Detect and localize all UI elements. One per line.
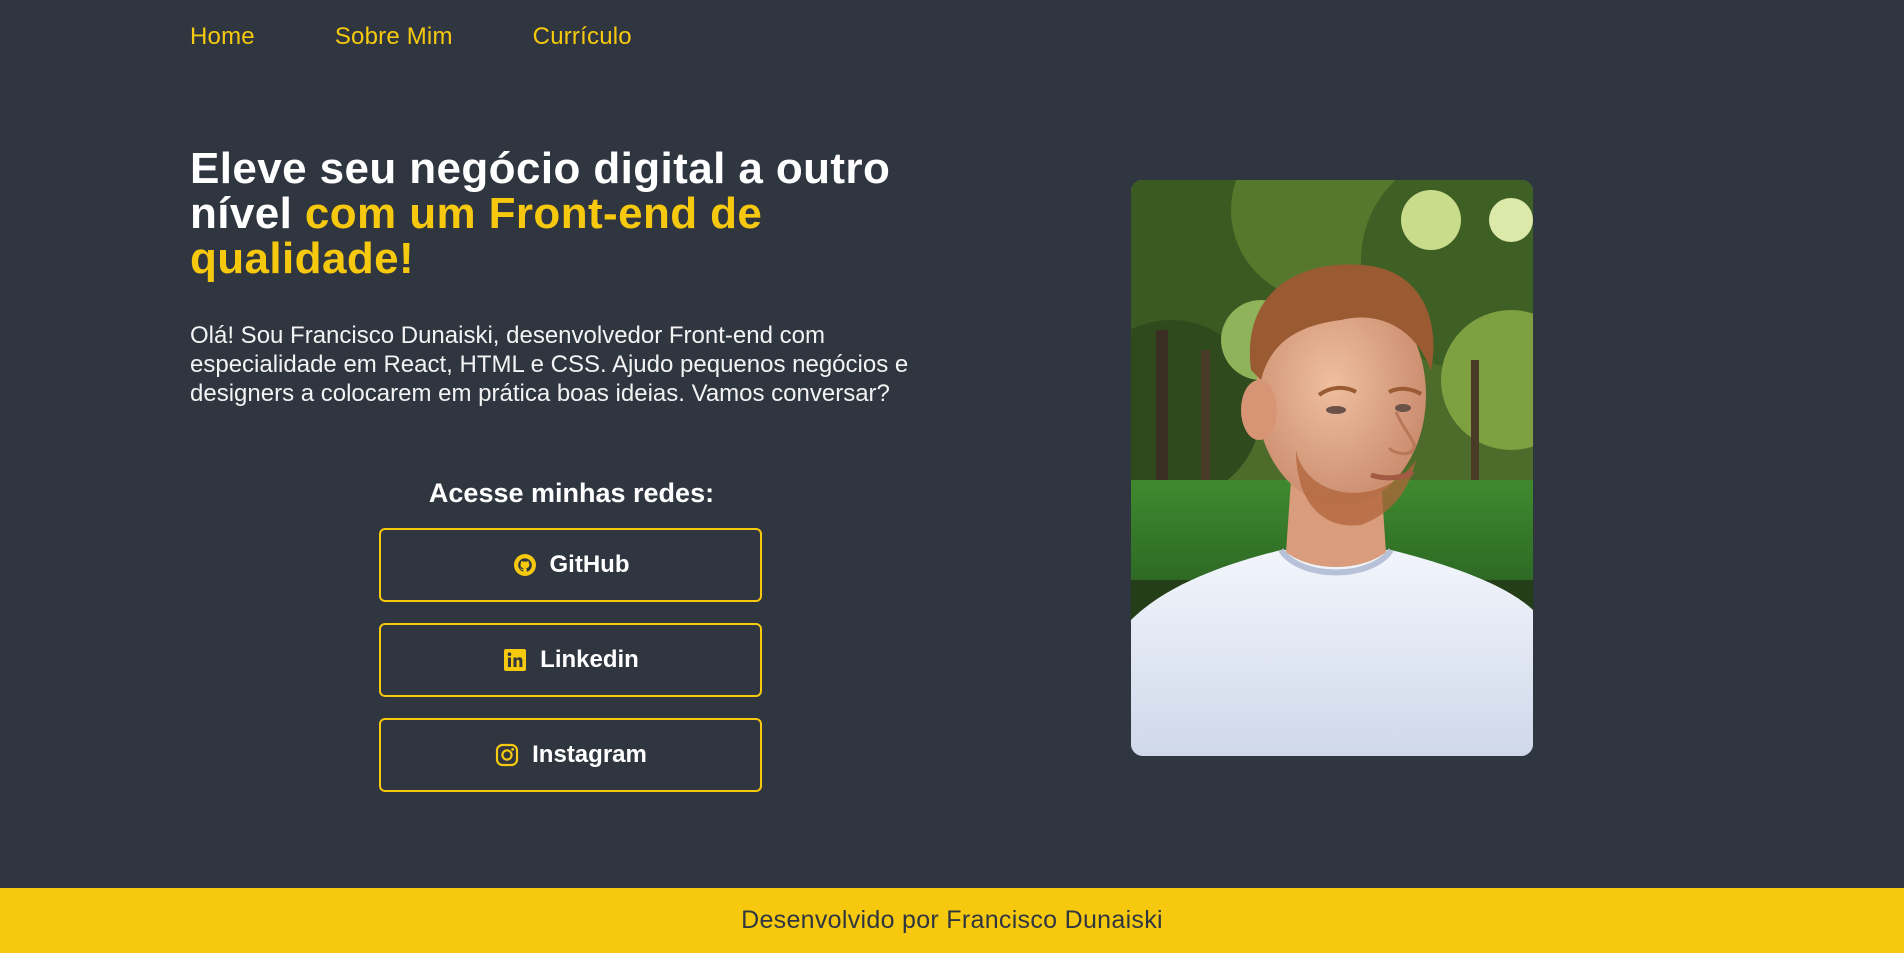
instagram-button[interactable]: Instagram: [379, 718, 762, 792]
github-button[interactable]: GitHub: [379, 528, 762, 602]
nav-home-link[interactable]: Home: [190, 20, 255, 54]
instagram-button-label: Instagram: [532, 741, 647, 768]
github-button-label: GitHub: [549, 551, 630, 578]
profile-photo: [1131, 180, 1533, 756]
top-nav: Home Sobre Mim Currículo: [190, 20, 632, 54]
github-icon: [512, 552, 538, 578]
footer-credit: Desenvolvido por Francisco Dunaiski: [741, 906, 1163, 934]
footer: Desenvolvido por Francisco Dunaiski: [0, 888, 1904, 953]
hero-title: Eleve seu negócio digital a outro nível …: [190, 146, 920, 281]
social-section-title: Acesse minhas redes:: [428, 478, 715, 508]
intro-paragraph: Olá! Sou Francisco Dunaiski, desenvolved…: [190, 322, 909, 407]
linkedin-button-label: Linkedin: [540, 646, 639, 673]
nav-curriculo-link[interactable]: Currículo: [533, 20, 632, 54]
nav-sobre-mim-link[interactable]: Sobre Mim: [335, 20, 453, 54]
linkedin-icon: [502, 647, 528, 673]
instagram-icon: [494, 742, 520, 768]
linkedin-button[interactable]: Linkedin: [379, 623, 762, 697]
